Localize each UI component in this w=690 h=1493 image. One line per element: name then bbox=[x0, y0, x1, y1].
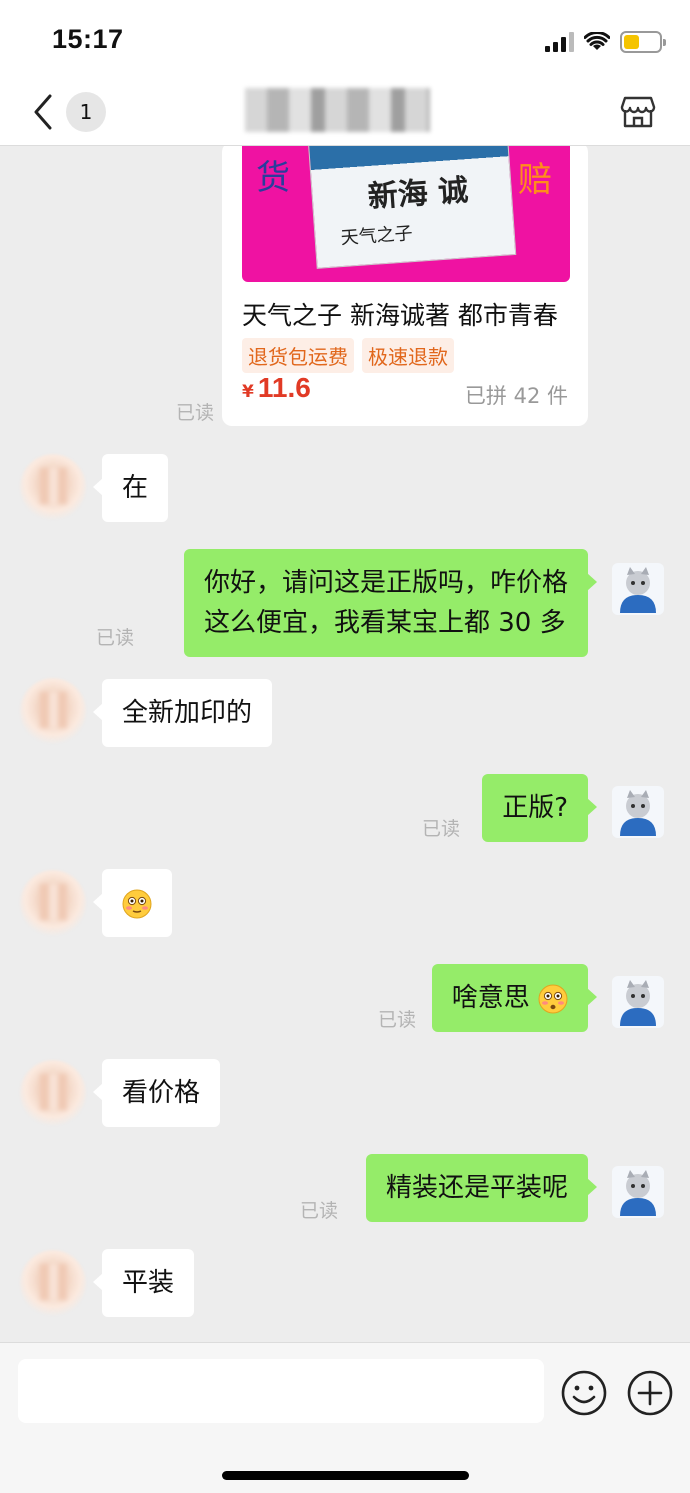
cover-side-word-right: 赔 bbox=[518, 160, 552, 200]
sold-count: 已拼 42 件 bbox=[464, 384, 568, 408]
avatar[interactable] bbox=[20, 454, 86, 520]
price-currency: ¥ bbox=[242, 382, 254, 402]
message-bubble-received[interactable]: 在 bbox=[92, 454, 169, 522]
message-bubble-sent[interactable]: 你好，请问这是正版吗，咋价格 这么便宜，我看某宝上都 30 多 bbox=[183, 549, 598, 657]
shop-icon[interactable] bbox=[620, 94, 656, 130]
avatar[interactable] bbox=[20, 1250, 86, 1316]
product-card[interactable]: 货 新海 诚 天气之子 赔 天气之子 新海诚著 都市青春 退货包运费 极速退款 … bbox=[222, 146, 588, 426]
book-cover: 新海 诚 天气之子 bbox=[307, 146, 517, 269]
message-bubble-received[interactable] bbox=[93, 869, 172, 937]
plus-circle-icon[interactable] bbox=[626, 1369, 674, 1417]
message-line: 这么便宜，我看某宝上都 30 多 bbox=[203, 608, 566, 638]
unread-badge: 1 bbox=[66, 92, 106, 132]
my-avatar[interactable] bbox=[610, 561, 666, 617]
status-time: 15:17 bbox=[52, 24, 124, 54]
input-bar bbox=[0, 1342, 690, 1493]
emoji-face-icon[interactable] bbox=[560, 1369, 608, 1417]
message-text: 啥意思 bbox=[451, 983, 530, 1013]
message-bubble-sent[interactable]: 啥意思 bbox=[431, 964, 598, 1032]
message-bubble-sent[interactable]: 正版? bbox=[482, 774, 597, 842]
contact-name-blurred bbox=[245, 88, 430, 132]
book-author: 新海 诚 bbox=[366, 173, 470, 216]
product-name: 天气之子 新海诚著 都市青春 bbox=[242, 301, 558, 330]
tag-fast-refund: 极速退款 bbox=[362, 338, 454, 373]
my-avatar[interactable] bbox=[610, 974, 666, 1030]
wifi-icon bbox=[584, 32, 610, 50]
flushed-face-emoji-icon bbox=[122, 889, 152, 918]
back-chevron-icon[interactable] bbox=[28, 90, 58, 134]
message-bubble-received[interactable]: 全新加印的 bbox=[92, 679, 273, 747]
flushed-face-emoji-icon bbox=[538, 984, 568, 1013]
message-bubble-sent[interactable]: 精装还是平装呢 bbox=[365, 1154, 598, 1222]
home-indicator bbox=[222, 1471, 469, 1480]
read-receipt: 已读 bbox=[176, 402, 215, 424]
book-title: 天气之子 bbox=[339, 223, 414, 250]
cover-side-word-left: 货 bbox=[256, 158, 290, 198]
product-tags: 退货包运费 极速退款 bbox=[242, 338, 454, 373]
read-receipt: 已读 bbox=[422, 818, 461, 840]
tag-free-return: 退货包运费 bbox=[242, 338, 354, 373]
message-line: 你好，请问这是正版吗，咋价格 bbox=[203, 568, 568, 598]
message-bubble-received[interactable]: 平装 bbox=[92, 1249, 195, 1317]
avatar[interactable] bbox=[20, 678, 86, 744]
status-bar: 15:17 bbox=[0, 0, 690, 80]
product-price: ¥11.6 bbox=[242, 372, 311, 404]
battery-icon bbox=[620, 31, 666, 53]
message-input[interactable] bbox=[18, 1359, 544, 1423]
product-image: 货 新海 诚 天气之子 赔 bbox=[242, 146, 570, 282]
chat-area[interactable]: 货 新海 诚 天气之子 赔 天气之子 新海诚著 都市青春 退货包运费 极速退款 … bbox=[0, 146, 690, 1342]
read-receipt: 已读 bbox=[378, 1009, 417, 1031]
my-avatar[interactable] bbox=[610, 1164, 666, 1220]
nav-bar: 1 bbox=[0, 80, 690, 146]
message-bubble-received[interactable]: 看价格 bbox=[92, 1059, 221, 1127]
avatar[interactable] bbox=[20, 870, 86, 936]
signal-icon bbox=[545, 32, 574, 52]
price-value: 11.6 bbox=[257, 372, 311, 403]
my-avatar[interactable] bbox=[610, 784, 666, 840]
read-receipt: 已读 bbox=[300, 1200, 339, 1222]
avatar[interactable] bbox=[20, 1060, 86, 1126]
status-icons bbox=[545, 28, 666, 56]
read-receipt: 已读 bbox=[96, 627, 135, 649]
